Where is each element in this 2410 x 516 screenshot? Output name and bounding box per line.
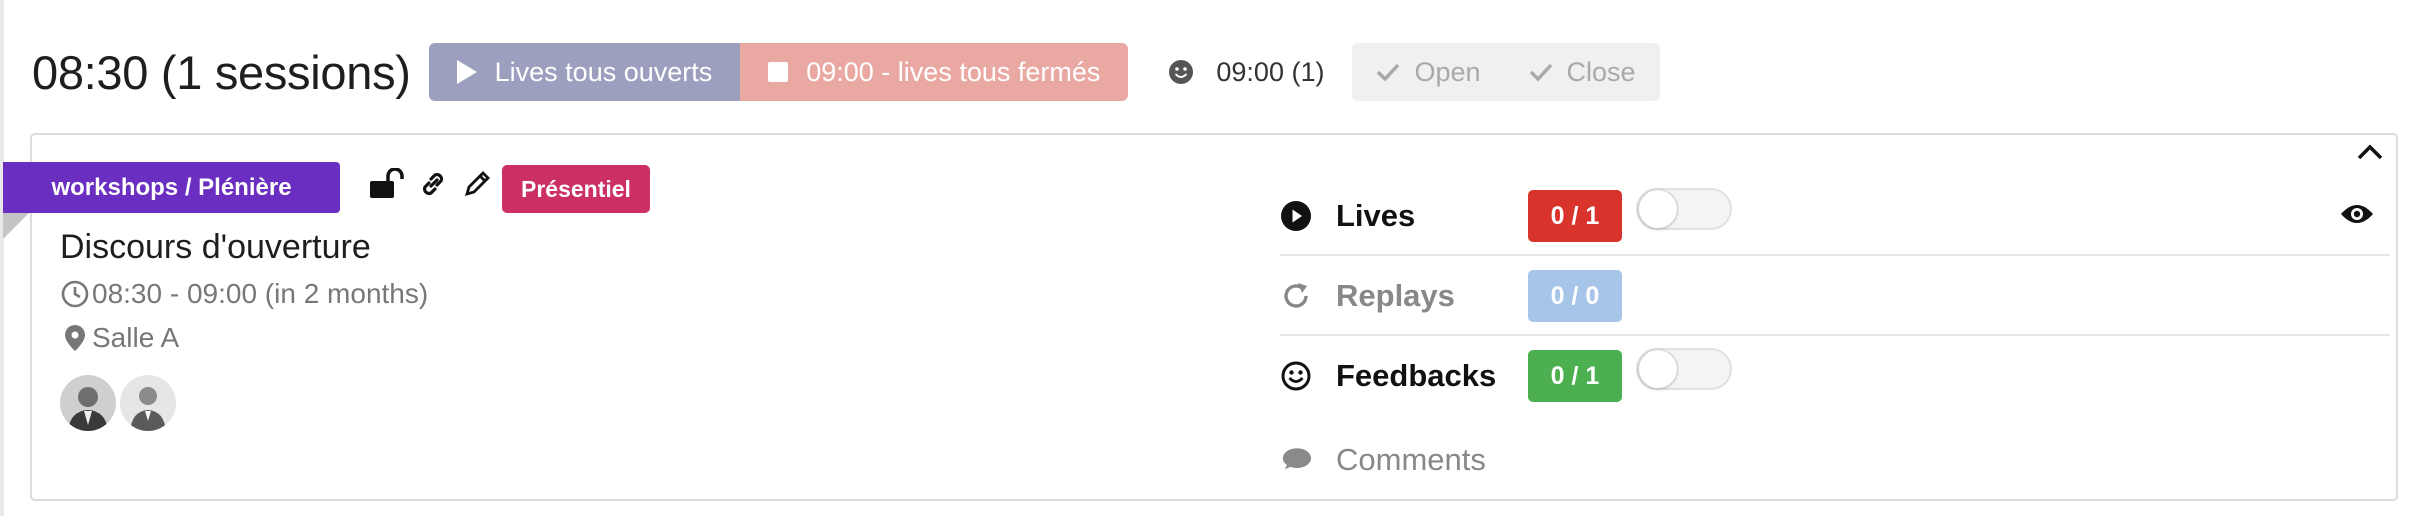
avatar[interactable] xyxy=(120,375,176,431)
session-actions xyxy=(368,167,492,205)
lives-open-button[interactable]: Lives tous ouverts xyxy=(428,43,741,101)
feedback-time: 09:00 (1) xyxy=(1168,57,1324,88)
lives-toggle[interactable] xyxy=(1636,188,1732,230)
smiley-icon xyxy=(1169,60,1194,84)
play-circle-icon xyxy=(1280,200,1312,232)
clock-icon xyxy=(61,280,89,308)
session-title[interactable]: Discours d'ouverture xyxy=(60,228,371,267)
close-label: Close xyxy=(1566,56,1636,87)
check-icon xyxy=(1529,63,1552,82)
feedbacks-count-badge: 0 / 1 xyxy=(1528,350,1622,402)
lives-button-group: Lives tous ouverts 09:00 - lives tous fe… xyxy=(428,43,1129,101)
replay-icon xyxy=(1280,280,1312,312)
lives-closed-label: 09:00 - lives tous fermés xyxy=(806,56,1101,87)
time-slot-title: 08:30 (1 sessions) xyxy=(32,45,411,99)
lives-open-label: Lives tous ouverts xyxy=(494,56,713,87)
lives-closed-button[interactable]: 09:00 - lives tous fermés xyxy=(740,43,1129,101)
stat-row-comments: Comments xyxy=(1280,430,2390,490)
session-time-label: 08:30 - 09:00 (in 2 months) xyxy=(92,278,429,309)
open-button[interactable]: Open xyxy=(1352,43,1504,101)
avatar[interactable] xyxy=(60,375,116,431)
pencil-icon[interactable] xyxy=(462,169,492,204)
open-label: Open xyxy=(1414,56,1481,87)
map-pin-icon xyxy=(65,325,85,351)
window-left-edge xyxy=(0,0,4,516)
replays-label: Replays xyxy=(1336,278,1455,313)
speaker-avatars xyxy=(60,375,176,431)
comment-icon xyxy=(1280,444,1312,476)
stat-row-replays: Replays 0 / 0 xyxy=(1280,258,2390,336)
comments-label[interactable]: Comments xyxy=(1336,442,1486,478)
play-icon xyxy=(456,60,477,84)
session-room-label: Salle A xyxy=(92,322,180,353)
smiley-icon xyxy=(1280,360,1312,392)
presentiel-badge: Présentiel xyxy=(502,165,650,213)
eye-icon[interactable] xyxy=(2340,201,2374,232)
close-button[interactable]: Close xyxy=(1505,43,1660,101)
open-close-group: Open Close xyxy=(1352,43,1660,101)
check-icon xyxy=(1377,63,1400,82)
lives-label: Lives xyxy=(1336,198,1416,233)
chevron-up-icon[interactable] xyxy=(2356,143,2384,166)
session-time: 08:30 - 09:00 (in 2 months) xyxy=(60,278,428,310)
feedback-time-label: 09:00 (1) xyxy=(1216,56,1325,87)
stop-icon xyxy=(768,62,789,82)
replays-count-badge: 0 / 0 xyxy=(1528,270,1622,322)
unlock-icon[interactable] xyxy=(368,167,404,205)
lives-count-badge: 0 / 1 xyxy=(1528,190,1622,242)
link-icon[interactable] xyxy=(418,169,448,204)
stat-row-feedbacks: Feedbacks 0 / 1 xyxy=(1280,338,2390,414)
ribbon-fold xyxy=(3,213,29,239)
feedbacks-toggle[interactable] xyxy=(1636,348,1732,390)
time-slot-header: 08:30 (1 sessions) Lives tous ouverts 09… xyxy=(32,40,1660,104)
track-ribbon: workshops / Plénière xyxy=(3,162,340,213)
session-room: Salle A xyxy=(62,322,179,354)
stat-row-lives: Lives 0 / 1 xyxy=(1280,178,2390,256)
feedbacks-label: Feedbacks xyxy=(1336,358,1497,393)
